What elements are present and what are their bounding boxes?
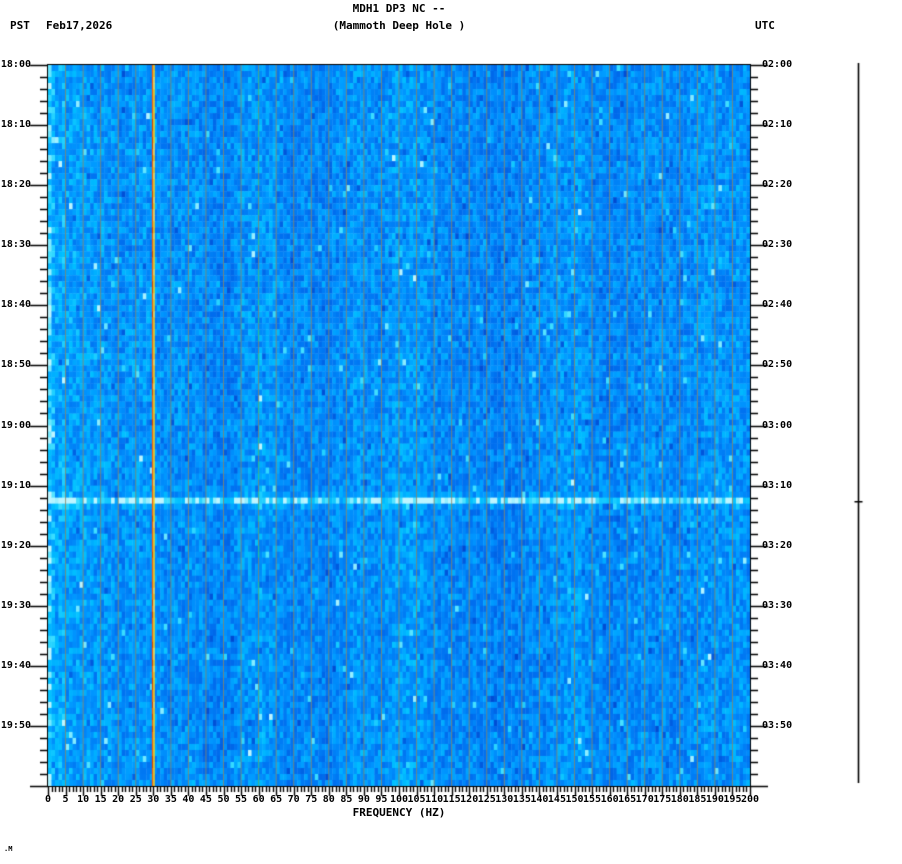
tick-label: 03:30 — [762, 599, 793, 611]
tick-label: 03:50 — [762, 719, 793, 731]
tick-label: 02:40 — [762, 299, 793, 311]
tick-label: 18:00 — [0, 59, 31, 70]
tick-label: 18:10 — [0, 119, 31, 131]
x-axis-title: FREQUENCY (HZ) — [352, 806, 446, 819]
tick-label: 03:00 — [762, 419, 793, 431]
tick-label: 18:50 — [0, 359, 31, 371]
timezone-right-label: UTC — [755, 19, 775, 32]
plot-subtitle: (Mammoth Deep Hole ) — [332, 19, 466, 32]
tick-label: 19:00 — [0, 419, 31, 431]
tick-label: 19:20 — [0, 539, 31, 551]
tick-label: 03:10 — [762, 479, 793, 491]
tick-label: 02:10 — [762, 119, 793, 131]
tick-label: 19:10 — [0, 479, 31, 491]
tick-label: 200 — [740, 794, 760, 805]
tick-label: 19:30 — [0, 599, 31, 611]
tick-label: 02:30 — [762, 239, 793, 251]
tick-label: 18:40 — [0, 299, 31, 311]
tick-label: 02:50 — [762, 359, 793, 371]
tick-label: 19:40 — [0, 659, 31, 671]
plot-title: MDH1 DP3 NC -- — [352, 2, 446, 15]
tick-label: 19:50 — [0, 719, 31, 731]
tick-label: 18:30 — [0, 239, 31, 251]
tick-label: 18:20 — [0, 179, 31, 191]
corner-mark: .M — [4, 845, 13, 853]
tick-label: 02:20 — [762, 179, 793, 191]
timezone-left-label: PST — [10, 19, 30, 32]
tick-label: 03:40 — [762, 659, 793, 671]
tick-label: 03:20 — [762, 539, 793, 551]
tick-label: 02:00 — [762, 59, 793, 70]
